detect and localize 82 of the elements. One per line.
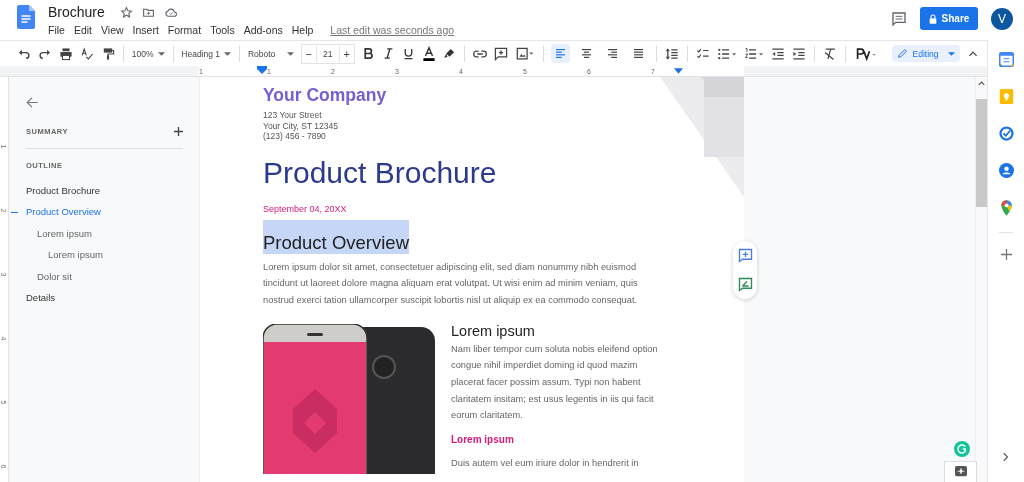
indent-marker-icon[interactable] [674,68,683,74]
body-paragraph: Duis autem vel eum iriure dolor in hendrerit in [451,457,640,471]
outline-item[interactable]: Dolor sit [37,270,72,283]
add-icon[interactable] [174,127,183,136]
document-title[interactable]: Brochure [48,4,105,20]
align-right-icon [606,47,620,60]
caret-icon [948,51,956,56]
menu-item[interactable]: Help [291,24,314,36]
map-pin-icon[interactable] [999,200,1013,216]
comment-icon[interactable] [891,10,907,27]
section-heading: Product Overview [263,219,409,254]
body-paragraph: Nam liber tempor cum soluta nobis eleifend option congue nihil imperdiet doming id quod mazim placerat facer possim assum. Typi non habent claritatem insitam; est usus legentis in iis qui facit eorum claritatem. [451,342,659,423]
align-button[interactable] [551,44,571,63]
indent-marker-icon[interactable] [257,66,267,74]
menu-item[interactable]: File [48,24,65,36]
tasks-icon[interactable] [998,126,1014,141]
outline-item[interactable]: Product Overview [26,206,101,219]
numbered-list-icon[interactable] [743,46,764,61]
star-icon[interactable] [119,5,133,19]
address-line: 123 Your Street [263,110,323,121]
line-spacing-icon[interactable] [665,46,680,61]
sparkle-icon [954,466,967,478]
image-icon[interactable] [514,46,535,61]
editing-mode-dropdown[interactable]: Editing [891,45,961,62]
zoom-dropdown[interactable]: 100% [131,48,165,59]
share-button[interactable]: Share [920,7,978,30]
paint-format-icon[interactable] [101,46,115,61]
align-center-icon [580,47,594,60]
docs-logo-icon[interactable] [17,5,35,29]
subsection-heading: Lorem ipsum [451,322,536,339]
caret-icon [286,51,294,56]
increase-size-button[interactable]: + [339,45,354,62]
add-comment-icon[interactable] [493,46,508,61]
clear-formatting-icon[interactable] [822,46,837,61]
decrease-size-button[interactable]: − [301,45,316,62]
style-dropdown[interactable]: Heading 1 [181,48,232,59]
expand-chevron-icon[interactable] [1003,452,1009,462]
address-line: Your City, ST 12345 [263,120,339,131]
menu-item[interactable]: Add-ons [243,24,283,36]
add-icon[interactable] [1000,249,1012,260]
print-icon[interactable] [59,46,73,61]
bulleted-list-icon[interactable] [716,46,737,61]
document-date: September 04, 20XX [263,203,348,214]
address-line: (123) 456 - 7890 [263,131,327,142]
scroll-thumb[interactable] [976,99,987,207]
text-color-icon[interactable] [421,45,436,62]
font-size-field[interactable]: 21 [315,45,340,62]
caret-icon [157,51,165,56]
menu-item[interactable]: Tools [210,24,235,36]
bold-icon[interactable] [361,47,375,60]
contacts-icon[interactable] [998,163,1014,178]
align-left-icon [554,47,568,60]
font-dropdown[interactable]: Roboto [247,48,294,59]
outline-item[interactable]: Lorem ipsum [48,249,103,262]
scroll-up-icon[interactable] [978,81,985,86]
caret-icon [224,51,232,56]
intro-paragraph: Lorem ipsum dolor sit amet, consectetuer adipiscing elit, sed diam nonummy nibh euismod tincidunt ut laoreet dolore magna aliquam erat volutpat. Ut wisi enim ad minim veniam, quis nostrud exerci tation ullamcorper suscipit lobortis nisl ut aliquip ex ea commodo consequat. [263,260,639,307]
pencil-icon [896,48,908,59]
spellcheck-icon[interactable] [80,46,94,61]
outline-item[interactable]: Lorem ipsum [37,227,92,240]
account-avatar[interactable]: V [991,7,1013,30]
company-name: Your Company [263,85,388,107]
calendar-icon[interactable] [998,52,1014,67]
document-heading: Product Brochure [263,155,498,191]
increase-indent-icon[interactable] [791,46,806,61]
minor-heading: Lorem ipsum [451,434,515,446]
outline-item[interactable]: Details [26,292,56,305]
suggest-edit-icon[interactable] [737,277,753,292]
menu-item[interactable]: Format [167,24,202,36]
back-arrow-icon[interactable] [26,96,39,109]
decrease-indent-icon[interactable] [770,46,785,61]
highlighter-icon[interactable] [442,47,456,60]
outline-item[interactable]: Product Brochure [26,184,100,197]
checklist-icon[interactable] [695,46,710,61]
explore-button[interactable] [944,461,977,482]
menu-item[interactable]: Edit [73,24,92,36]
menu-item[interactable]: Insert [132,24,159,36]
lock-icon [928,13,937,24]
justify-icon [632,47,646,60]
cloud-icon[interactable] [163,5,178,19]
last-edit-link[interactable]: Last edit was seconds ago [330,24,455,36]
menu-item[interactable]: View [101,24,124,36]
